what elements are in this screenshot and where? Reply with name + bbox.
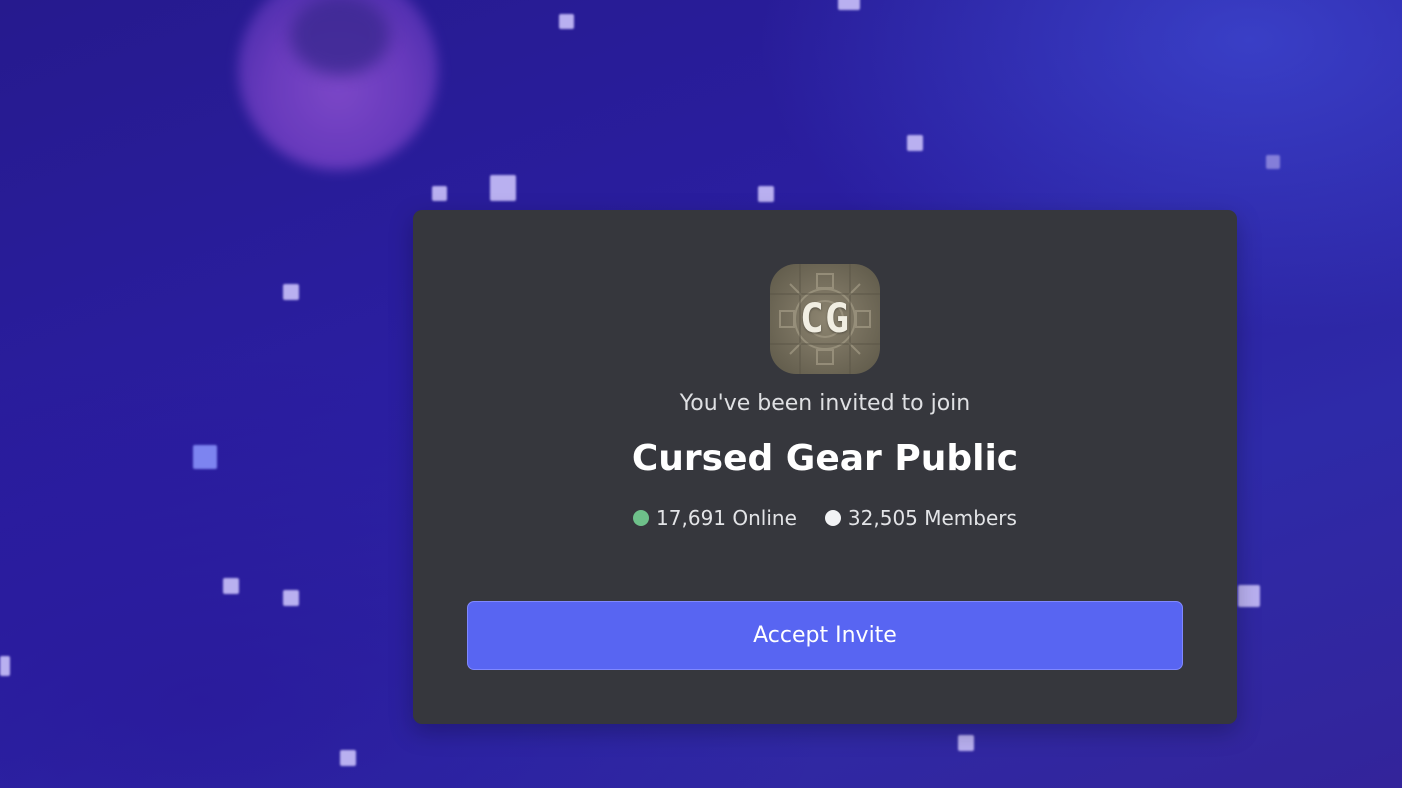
online-status-icon	[633, 510, 650, 526]
background-star	[340, 750, 356, 766]
invite-card: CG You've been invited to join Cursed Ge…	[413, 210, 1237, 724]
background-star	[490, 175, 516, 201]
background-star	[193, 445, 217, 469]
member-count: 32,505 Members	[824, 506, 1017, 530]
background-star	[283, 590, 299, 606]
background-star	[907, 135, 923, 151]
invite-prompt: You've been invited to join	[679, 391, 971, 416]
accept-invite-button[interactable]: Accept Invite	[467, 601, 1183, 670]
background-star	[1238, 585, 1260, 607]
background-star	[838, 0, 860, 10]
online-count-label: 17,691 Online	[656, 506, 797, 530]
server-icon-initials: CG	[799, 296, 851, 342]
background-star	[758, 186, 774, 202]
online-count: 17,691 Online	[633, 506, 797, 530]
member-count-label: 32,505 Members	[847, 506, 1017, 530]
background-star	[958, 735, 974, 751]
background-star	[223, 578, 239, 594]
background-star	[559, 14, 574, 29]
background-star	[432, 186, 447, 201]
background-star	[283, 284, 299, 300]
background-star	[0, 656, 10, 676]
server-stats: 17,691 Online 32,505 Members	[413, 506, 1237, 530]
server-icon: CG	[770, 264, 880, 374]
background-star	[1266, 155, 1280, 169]
members-status-icon	[824, 510, 841, 526]
server-name: Cursed Gear Public	[631, 438, 1019, 479]
